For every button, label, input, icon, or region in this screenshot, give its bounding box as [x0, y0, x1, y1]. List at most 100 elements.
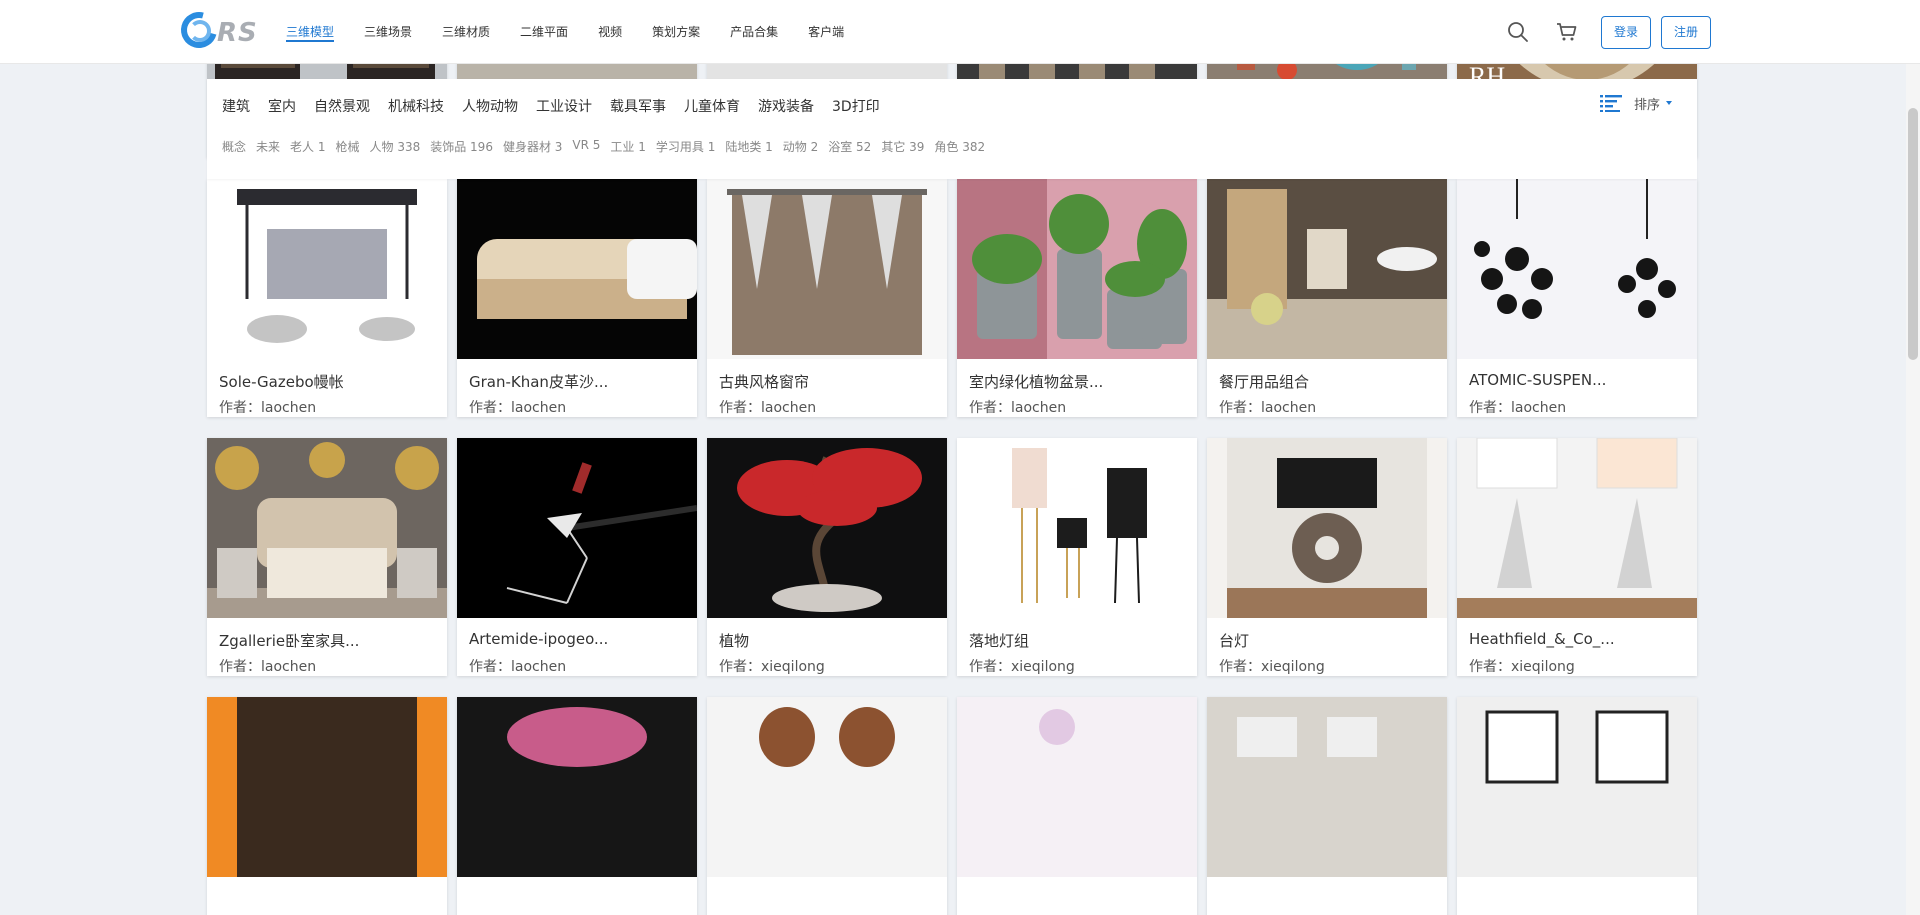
model-thumbnail[interactable]: [207, 179, 447, 359]
nav-item[interactable]: 三维模型: [286, 0, 335, 64]
model-card[interactable]: 餐厅用品组合 作者：laochen: [1207, 179, 1447, 417]
category-item[interactable]: 儿童体育: [684, 96, 740, 116]
model-thumbnail[interactable]: [1457, 438, 1697, 618]
subcategory-item[interactable]: 角色 382: [934, 138, 985, 155]
model-title[interactable]: 室内绿化植物盆景...: [969, 371, 1103, 392]
author-name[interactable]: laochen: [511, 659, 566, 675]
author-name[interactable]: laochen: [1511, 400, 1566, 416]
author-name[interactable]: laochen: [511, 400, 566, 416]
model-title[interactable]: 餐厅用品组合: [1219, 371, 1309, 392]
category-item[interactable]: 自然景观: [314, 96, 370, 116]
model-card[interactable]: [707, 697, 947, 915]
model-thumbnail[interactable]: [457, 697, 697, 877]
nav-item[interactable]: 产品合集: [730, 0, 778, 64]
model-card[interactable]: 古典风格窗帘 作者：laochen: [707, 179, 947, 417]
author-name[interactable]: laochen: [261, 659, 316, 675]
model-thumbnail[interactable]: [207, 697, 447, 877]
model-title[interactable]: Artemide-ipogeo...: [469, 630, 608, 648]
model-title[interactable]: Zgallerie卧室家具...: [219, 630, 359, 651]
scrollbar-thumb[interactable]: [1908, 108, 1918, 360]
nav-item[interactable]: 二维平面: [520, 0, 568, 64]
subcategory-item[interactable]: 学习用具 1: [656, 138, 715, 155]
model-title[interactable]: 植物: [719, 630, 749, 651]
category-item[interactable]: 建筑: [222, 96, 250, 116]
register-button[interactable]: 注册: [1661, 16, 1712, 49]
author-name[interactable]: xieqilong: [1011, 659, 1075, 675]
model-title[interactable]: 台灯: [1219, 630, 1249, 651]
model-card[interactable]: Zgallerie卧室家具... 作者：laochen: [207, 438, 447, 676]
category-item[interactable]: 载具军事: [610, 96, 666, 116]
nav-item[interactable]: 视频: [598, 0, 622, 64]
model-thumbnail[interactable]: [1457, 179, 1697, 359]
author-name[interactable]: xieqilong: [1261, 659, 1325, 675]
model-thumbnail[interactable]: [1207, 179, 1447, 359]
category-item[interactable]: 机械科技: [388, 96, 444, 116]
nav-item[interactable]: 客户端: [808, 0, 844, 64]
model-thumbnail[interactable]: [457, 438, 697, 618]
subcategory-item[interactable]: 概念: [222, 138, 246, 155]
category-item[interactable]: 人物动物: [462, 96, 518, 116]
scrollbar-track[interactable]: [1906, 64, 1920, 915]
search-icon[interactable]: [1506, 20, 1530, 44]
nav-item[interactable]: 三维场景: [364, 0, 412, 64]
category-item[interactable]: 工业设计: [536, 96, 592, 116]
model-thumbnail[interactable]: [207, 438, 447, 618]
nav-item[interactable]: 策划方案: [652, 0, 700, 64]
nav-item[interactable]: 三维材质: [442, 0, 490, 64]
subcategory-item[interactable]: VR 5: [572, 138, 600, 155]
model-card[interactable]: Gran-Khan皮革沙... 作者：laochen: [457, 179, 697, 417]
model-thumbnail[interactable]: [957, 697, 1197, 877]
model-title[interactable]: 落地灯组: [969, 630, 1029, 651]
model-thumbnail[interactable]: [957, 438, 1197, 618]
model-title[interactable]: 古典风格窗帘: [719, 371, 809, 392]
subcategory-item[interactable]: 未来: [256, 138, 280, 155]
subcategory-item[interactable]: 其它 39: [881, 138, 924, 155]
model-card[interactable]: ATOMIC-SUSPEN... 作者：laochen: [1457, 179, 1697, 417]
model-card[interactable]: Sole-Gazebo幔帐 作者：laochen: [207, 179, 447, 417]
site-logo[interactable]: RS: [174, 5, 267, 55]
model-thumbnail[interactable]: [707, 697, 947, 877]
model-thumbnail[interactable]: [1207, 438, 1447, 618]
model-title[interactable]: Heathfield_&_Co_...: [1469, 630, 1615, 648]
model-thumbnail[interactable]: [457, 179, 697, 359]
subcategory-item[interactable]: 老人 1: [290, 138, 325, 155]
login-button[interactable]: 登录: [1601, 16, 1652, 49]
model-card[interactable]: 室内绿化植物盆景... 作者：laochen: [957, 179, 1197, 417]
model-card[interactable]: [957, 697, 1197, 915]
model-thumbnail[interactable]: [1207, 697, 1447, 877]
model-card[interactable]: [1457, 697, 1697, 915]
model-thumbnail[interactable]: [707, 179, 947, 359]
author-name[interactable]: xieqilong: [1511, 659, 1575, 675]
category-item[interactable]: 室内: [268, 96, 296, 116]
model-card[interactable]: [457, 697, 697, 915]
model-card[interactable]: 植物 作者：xieqilong: [707, 438, 947, 676]
model-card[interactable]: 落地灯组 作者：xieqilong: [957, 438, 1197, 676]
model-title[interactable]: ATOMIC-SUSPEN...: [1469, 371, 1606, 389]
model-thumbnail[interactable]: [1457, 697, 1697, 877]
subcategory-item[interactable]: 浴室 52: [828, 138, 871, 155]
model-card[interactable]: 台灯 作者：xieqilong: [1207, 438, 1447, 676]
category-item[interactable]: 3D打印: [832, 96, 880, 116]
subcategory-item[interactable]: 健身器材 3: [503, 138, 562, 155]
author-name[interactable]: laochen: [761, 400, 816, 416]
model-card[interactable]: [207, 697, 447, 915]
sort-dropdown[interactable]: 排序: [1599, 91, 1672, 115]
model-thumbnail[interactable]: [707, 438, 947, 618]
author-name[interactable]: xieqilong: [761, 659, 825, 675]
subcategory-item[interactable]: 工业 1: [610, 138, 645, 155]
author-name[interactable]: laochen: [1261, 400, 1316, 416]
cart-icon[interactable]: [1555, 20, 1579, 44]
subcategory-item[interactable]: 动物 2: [783, 138, 818, 155]
author-name[interactable]: laochen: [1011, 400, 1066, 416]
model-card[interactable]: Artemide-ipogeo... 作者：laochen: [457, 438, 697, 676]
model-card[interactable]: Heathfield_&_Co_... 作者：xieqilong: [1457, 438, 1697, 676]
subcategory-item[interactable]: 枪械: [335, 138, 359, 155]
category-item[interactable]: 游戏装备: [758, 96, 814, 116]
model-card[interactable]: [1207, 697, 1447, 915]
subcategory-item[interactable]: 装饰品 196: [430, 138, 493, 155]
model-title[interactable]: Sole-Gazebo幔帐: [219, 371, 344, 392]
author-name[interactable]: laochen: [261, 400, 316, 416]
model-thumbnail[interactable]: [957, 179, 1197, 359]
subcategory-item[interactable]: 人物 338: [370, 138, 421, 155]
model-title[interactable]: Gran-Khan皮革沙...: [469, 371, 608, 392]
